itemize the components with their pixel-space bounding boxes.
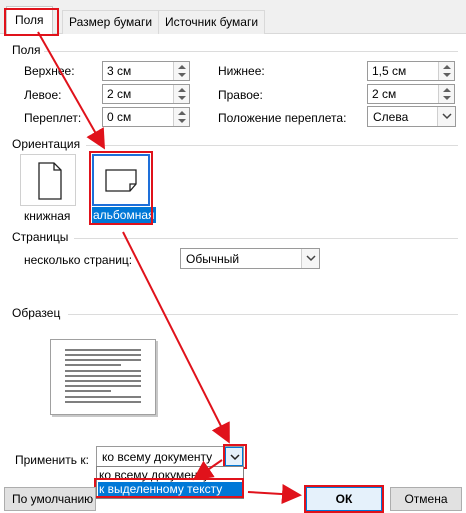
annotation-arrow — [122, 231, 230, 444]
annotation-arrow — [247, 484, 302, 505]
annotation-arrows — [37, 31, 302, 505]
annotation-arrow — [192, 459, 223, 481]
annotation-arrow — [37, 31, 105, 150]
